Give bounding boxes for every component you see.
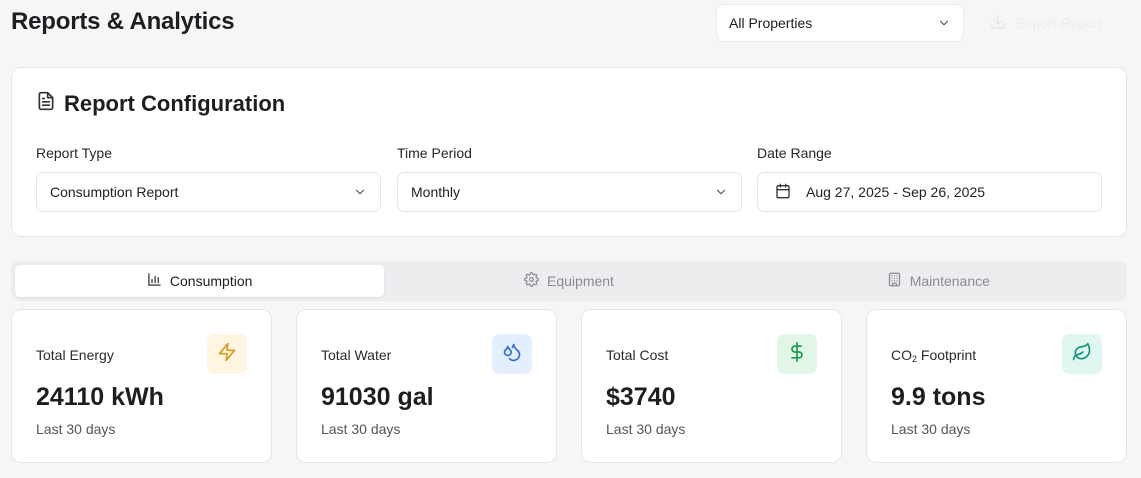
- date-range-label: Date Range: [757, 145, 832, 161]
- bar-chart-icon: [147, 272, 162, 290]
- building-icon: [887, 272, 902, 290]
- tab-equipment-label: Equipment: [547, 273, 614, 289]
- stat-value: 91030 gal: [321, 383, 434, 411]
- export-report-button[interactable]: Export Report: [982, 4, 1122, 42]
- time-period-field: Time Period Monthly: [397, 145, 742, 212]
- report-type-field: Report Type Consumption Report: [36, 145, 381, 212]
- tab-consumption-label: Consumption: [169, 273, 253, 289]
- report-configuration-card: Report Configuration Report Type Consump…: [11, 67, 1127, 237]
- download-icon: [990, 14, 1006, 33]
- stat-label-prefix: CO: [891, 347, 912, 363]
- property-select[interactable]: All Properties: [716, 4, 964, 42]
- stat-card-cost: Total Cost $3740 Last 30 days: [581, 309, 842, 463]
- export-report-label: Export Report: [1016, 15, 1103, 31]
- stat-label: Total Water: [321, 347, 392, 363]
- time-period-value: Monthly: [411, 184, 461, 200]
- stat-value: $3740: [606, 383, 676, 411]
- page-title: Reports & Analytics: [11, 8, 235, 35]
- property-select-value: All Properties: [729, 15, 813, 31]
- date-range-value: Aug 27, 2025 - Sep 26, 2025: [806, 184, 986, 200]
- tab-maintenance-label: Maintenance: [909, 273, 990, 289]
- gear-icon: [524, 272, 539, 290]
- chevron-down-icon: [714, 185, 728, 199]
- stat-badge: [777, 334, 817, 374]
- stat-period: Last 30 days: [606, 421, 686, 437]
- lightning-icon: [217, 342, 237, 367]
- document-icon: [36, 91, 56, 117]
- tab-consumption[interactable]: Consumption: [15, 265, 385, 297]
- report-type-value: Consumption Report: [50, 184, 179, 200]
- report-type-select[interactable]: Consumption Report: [36, 172, 381, 212]
- calendar-icon: [775, 183, 791, 202]
- droplets-icon: [502, 342, 522, 367]
- stat-card-energy: Total Energy 24110 kWh Last 30 days: [11, 309, 272, 463]
- stat-badge: [207, 334, 247, 374]
- report-type-label: Report Type: [36, 145, 113, 161]
- date-range-picker[interactable]: Aug 27, 2025 - Sep 26, 2025: [757, 172, 1102, 212]
- dollar-icon: [787, 341, 807, 367]
- time-period-select[interactable]: Monthly: [397, 172, 742, 212]
- leaf-icon: [1072, 342, 1092, 367]
- stat-period: Last 30 days: [891, 421, 971, 437]
- time-period-label: Time Period: [397, 145, 472, 161]
- tab-equipment[interactable]: Equipment: [384, 265, 753, 297]
- stat-card-co2: CO2 Footprint 9.9 tons Last 30 days: [866, 309, 1127, 463]
- stat-label: CO2 Footprint: [891, 347, 976, 364]
- stat-period: Last 30 days: [321, 421, 401, 437]
- date-range-field: Date Range Aug 27, 2025 - Sep 26, 2025: [757, 145, 1102, 212]
- stat-label: Total Energy: [36, 347, 114, 363]
- stat-badge: [492, 334, 532, 374]
- tab-maintenance[interactable]: Maintenance: [754, 265, 1123, 297]
- config-title: Report Configuration: [36, 91, 285, 117]
- config-title-text: Report Configuration: [64, 91, 286, 116]
- stat-value: 9.9 tons: [891, 383, 986, 411]
- stat-period: Last 30 days: [36, 421, 116, 437]
- report-tabs: Consumption Equipment Maintenance: [11, 261, 1127, 301]
- chevron-down-icon: [937, 16, 951, 30]
- stat-badge: [1062, 334, 1102, 374]
- stat-label-suffix: Footprint: [917, 347, 977, 363]
- chevron-down-icon: [353, 185, 367, 199]
- stat-label: Total Cost: [606, 347, 669, 363]
- stat-card-water: Total Water 91030 gal Last 30 days: [296, 309, 557, 463]
- stat-value: 24110 kWh: [36, 383, 164, 411]
